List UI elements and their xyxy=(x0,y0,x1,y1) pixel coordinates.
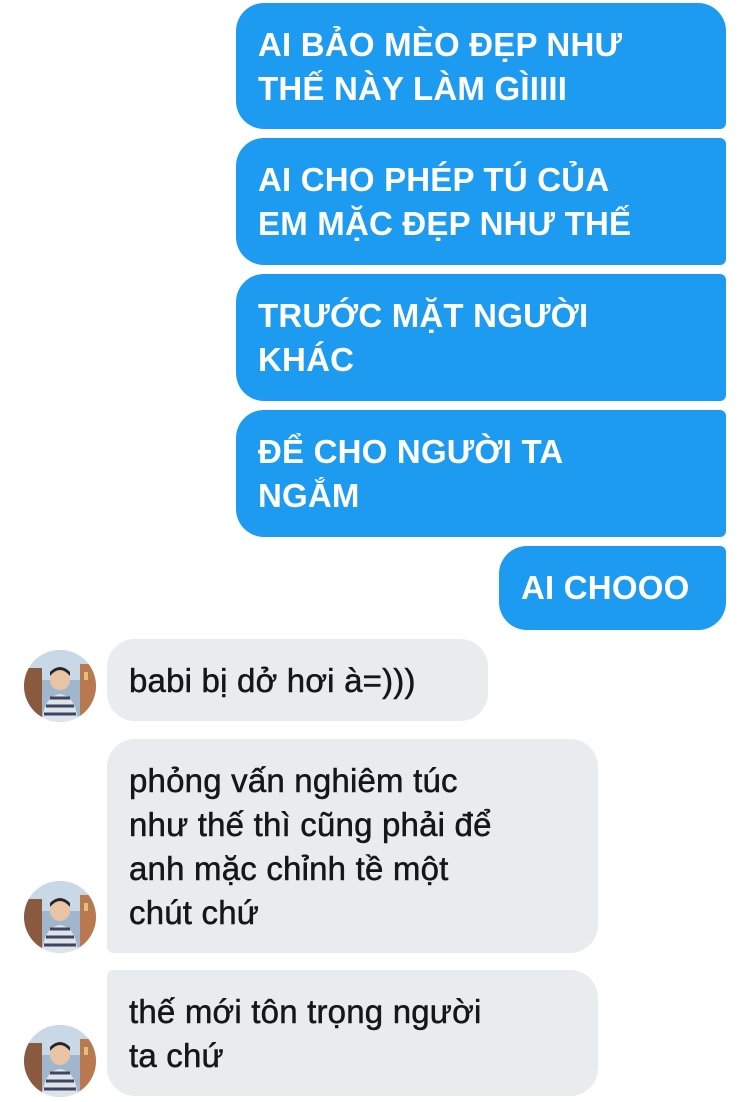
outgoing-message[interactable]: AI CHOOO xyxy=(499,546,726,630)
outgoing-message[interactable]: TRƯỚC MẶT NGƯỜI KHÁC xyxy=(236,274,726,401)
contact-avatar[interactable] xyxy=(24,650,96,722)
outgoing-message[interactable]: AI CHO PHÉP TÚ CỦA EM MẶC ĐẸP NHƯ THẾ xyxy=(236,138,726,265)
avatar-photo-icon xyxy=(24,1025,96,1097)
outgoing-message[interactable]: AI BẢO MÈO ĐẸP NHƯ THẾ NÀY LÀM GÌIIII xyxy=(236,3,726,129)
outgoing-message[interactable]: ĐỂ CHO NGƯỜI TA NGẮM xyxy=(236,410,726,537)
contact-avatar[interactable] xyxy=(24,881,96,953)
contact-avatar[interactable] xyxy=(24,1025,96,1097)
message-thread[interactable]: AI BẢO MÈO ĐẸP NHƯ THẾ NÀY LÀM GÌIIII AI… xyxy=(0,0,750,1102)
avatar-photo-icon xyxy=(24,881,96,953)
incoming-message[interactable]: babi bị dở hơi à=))) xyxy=(107,639,488,721)
incoming-message[interactable]: phỏng vấn nghiêm túc như thế thì cũng ph… xyxy=(107,739,598,953)
incoming-message[interactable]: thế mới tôn trọng người ta chứ xyxy=(107,970,598,1096)
avatar-photo-icon xyxy=(24,650,96,722)
